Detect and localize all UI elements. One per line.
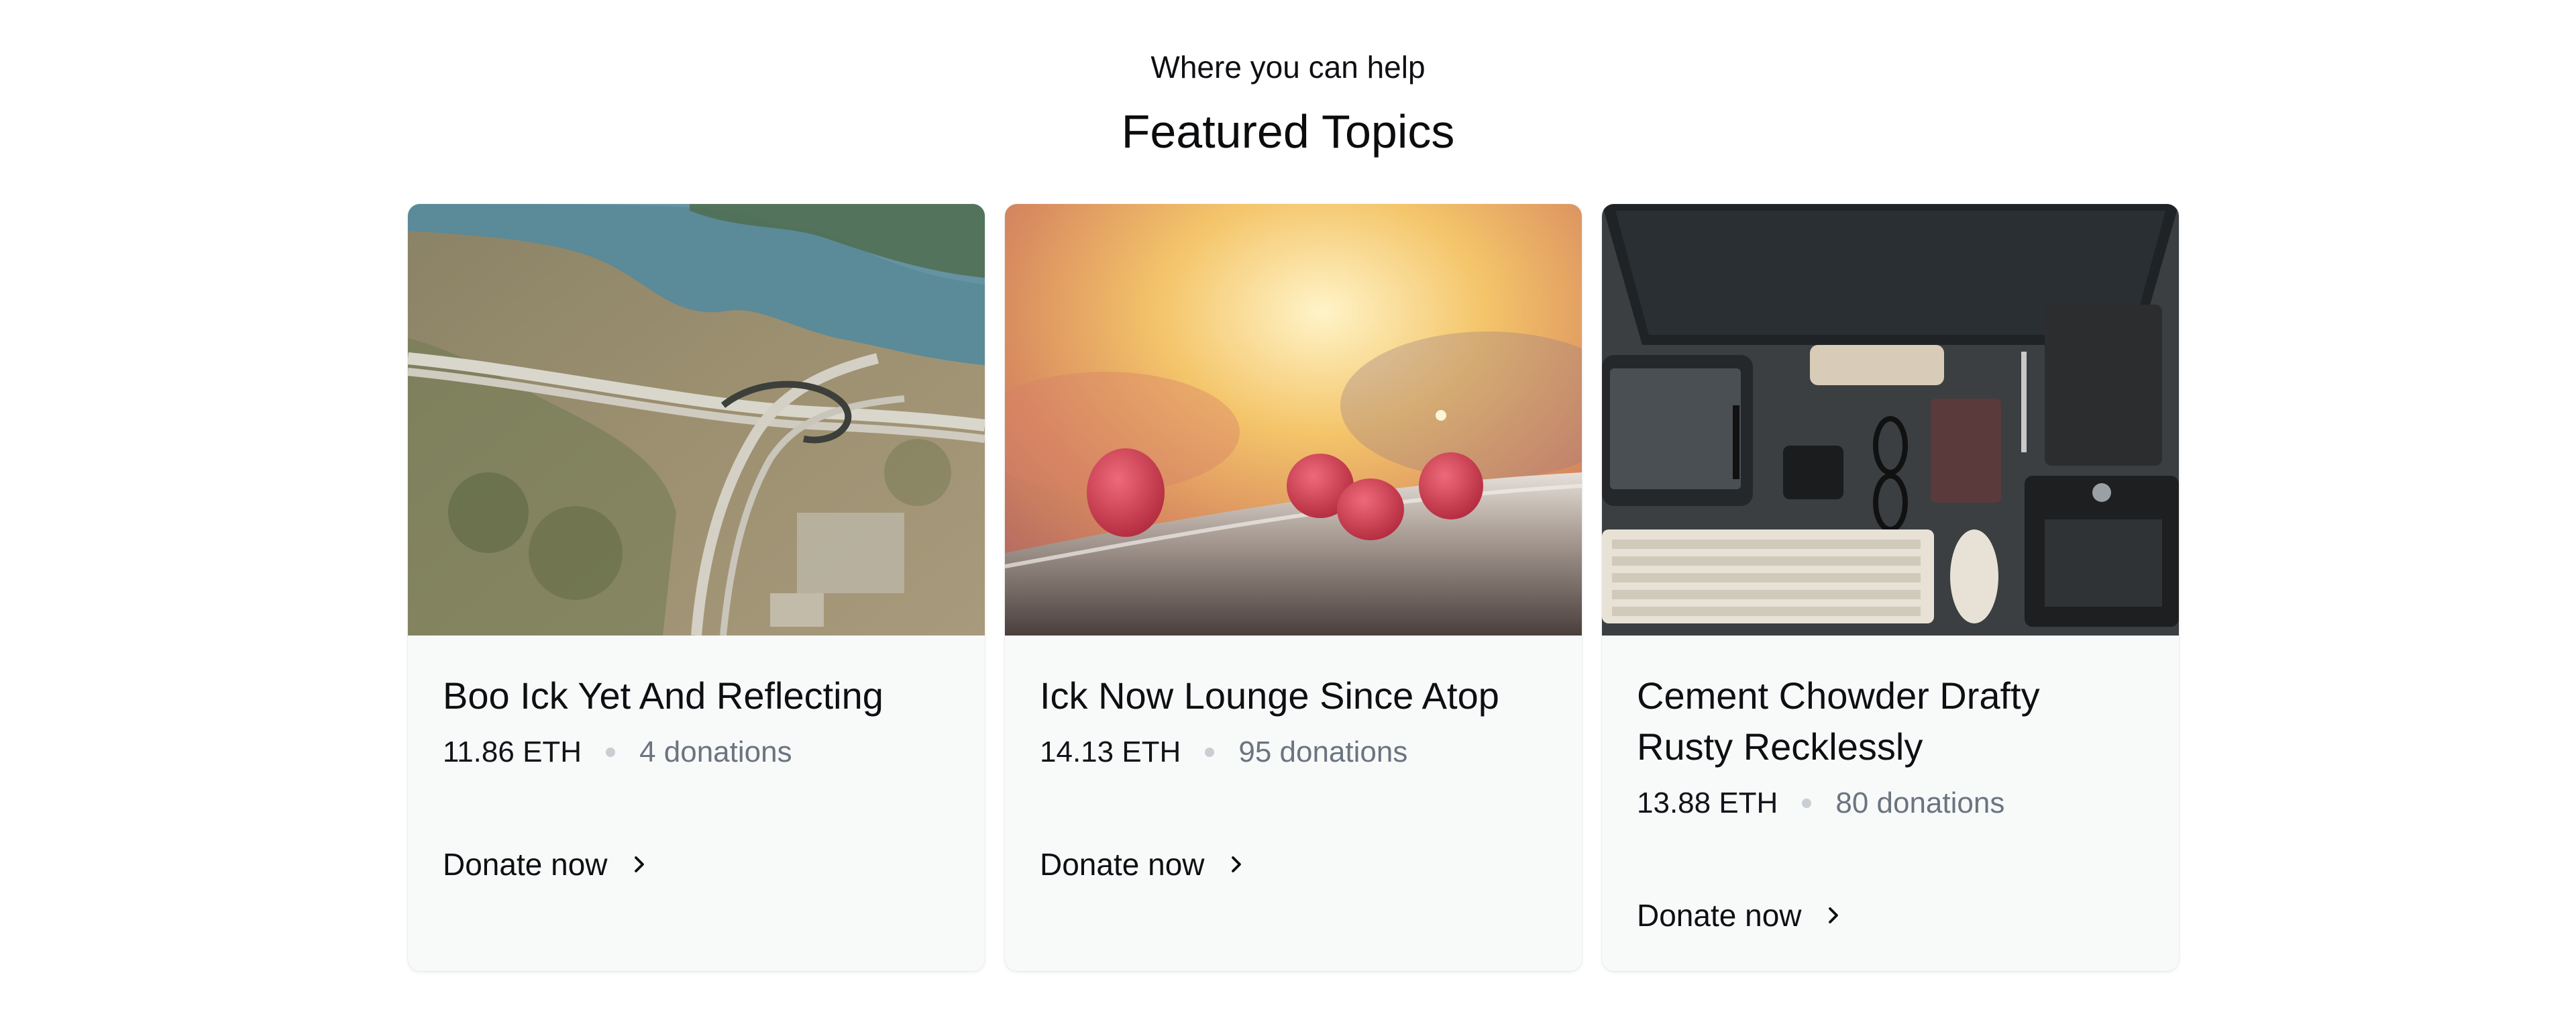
aerial-highway-image — [408, 204, 985, 636]
donate-now-link[interactable]: Donate now — [1040, 844, 1246, 884]
chevron-right-icon — [1231, 856, 1241, 872]
raised-amount: 11.86 ETH — [443, 736, 582, 768]
section-kicker: Where you can help — [1150, 50, 1426, 85]
donate-now-label: Donate now — [1637, 898, 1802, 933]
topics-grid: Boo Ick Yet And Reflecting 11.86 ETH 4 d… — [408, 204, 2179, 971]
section-heading: Featured Topics — [1121, 105, 1455, 158]
topic-image — [408, 204, 985, 636]
separator-dot — [606, 748, 616, 757]
topic-title: Ick Now Lounge Since Atop — [1040, 674, 1499, 717]
topic-image — [1005, 204, 1582, 636]
separator-dot — [1802, 799, 1812, 808]
raised-amount: 14.13 ETH — [1040, 736, 1181, 768]
chevron-right-icon — [634, 856, 644, 872]
donate-now-label: Donate now — [443, 847, 608, 882]
desk-workspace-image — [1602, 204, 2179, 636]
donation-count: 95 donations — [1238, 736, 1408, 768]
topic-title: Boo Ick Yet And Reflecting — [443, 674, 883, 717]
raised-amount: 13.88 ETH — [1637, 787, 1778, 819]
donate-now-label: Donate now — [1040, 847, 1205, 882]
topic-meta: 11.86 ETH 4 donations — [443, 732, 950, 772]
topic-card[interactable]: Cement Chowder Drafty Rusty Recklessly 1… — [1602, 204, 2179, 971]
topic-image — [1602, 204, 2179, 636]
topic-card[interactable]: Ick Now Lounge Since Atop 14.13 ETH 95 d… — [1005, 204, 1582, 971]
donation-count: 80 donations — [1835, 787, 2005, 819]
separator-dot — [1205, 748, 1215, 757]
topic-card[interactable]: Boo Ick Yet And Reflecting 11.86 ETH 4 d… — [408, 204, 985, 971]
topic-title: Cement Chowder Drafty Rusty Recklessly — [1637, 674, 2040, 768]
donate-now-link[interactable]: Donate now — [1637, 895, 1843, 935]
raspberries-image — [1005, 204, 1582, 636]
donate-now-link[interactable]: Donate now — [443, 844, 649, 884]
donation-count: 4 donations — [639, 736, 792, 768]
topic-meta: 14.13 ETH 95 donations — [1040, 732, 1547, 772]
featured-topics-section: Where you can help Featured Topics Boo I… — [0, 0, 2576, 1014]
chevron-right-icon — [1828, 907, 1838, 923]
topic-meta: 13.88 ETH 80 donations — [1637, 783, 2144, 823]
